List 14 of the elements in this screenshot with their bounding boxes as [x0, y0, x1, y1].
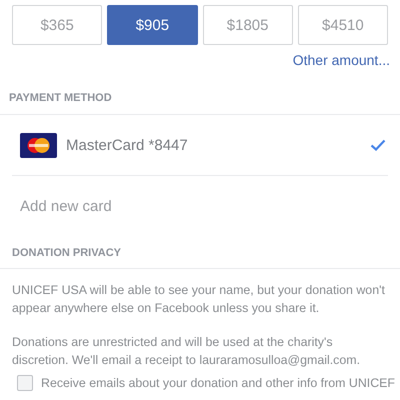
amount-button[interactable]: $4510	[298, 5, 388, 45]
info-text: UNICEF USA will be able to see your name, but your donation won't appear anywhere else on Facebook unless you share it.	[12, 282, 386, 317]
info-text: Donations are unrestricted and will be used at the charity's discretion. We'll email a receipt to lauraramosulloa@gmail.com.	[12, 334, 362, 369]
section-heading: DONATION PRIVACY	[11, 246, 122, 261]
other-amount-link[interactable]: Other amount...	[292, 52, 390, 68]
credit-card-icon	[20, 132, 57, 158]
card-label: MasterCard *8447	[66, 136, 189, 154]
checkbox-label: Receive emails about your donation and other info from UNICEF	[41, 375, 395, 391]
amount-button[interactable]: $905	[107, 5, 198, 45]
section-heading: PAYMENT METHOD	[8, 91, 113, 106]
amount-button[interactable]: $1805	[202, 5, 293, 45]
checkbox[interactable]	[17, 375, 33, 391]
amount-button[interactable]: $365	[12, 5, 102, 45]
add-card-link[interactable]: Add new card	[0, 176, 400, 215]
